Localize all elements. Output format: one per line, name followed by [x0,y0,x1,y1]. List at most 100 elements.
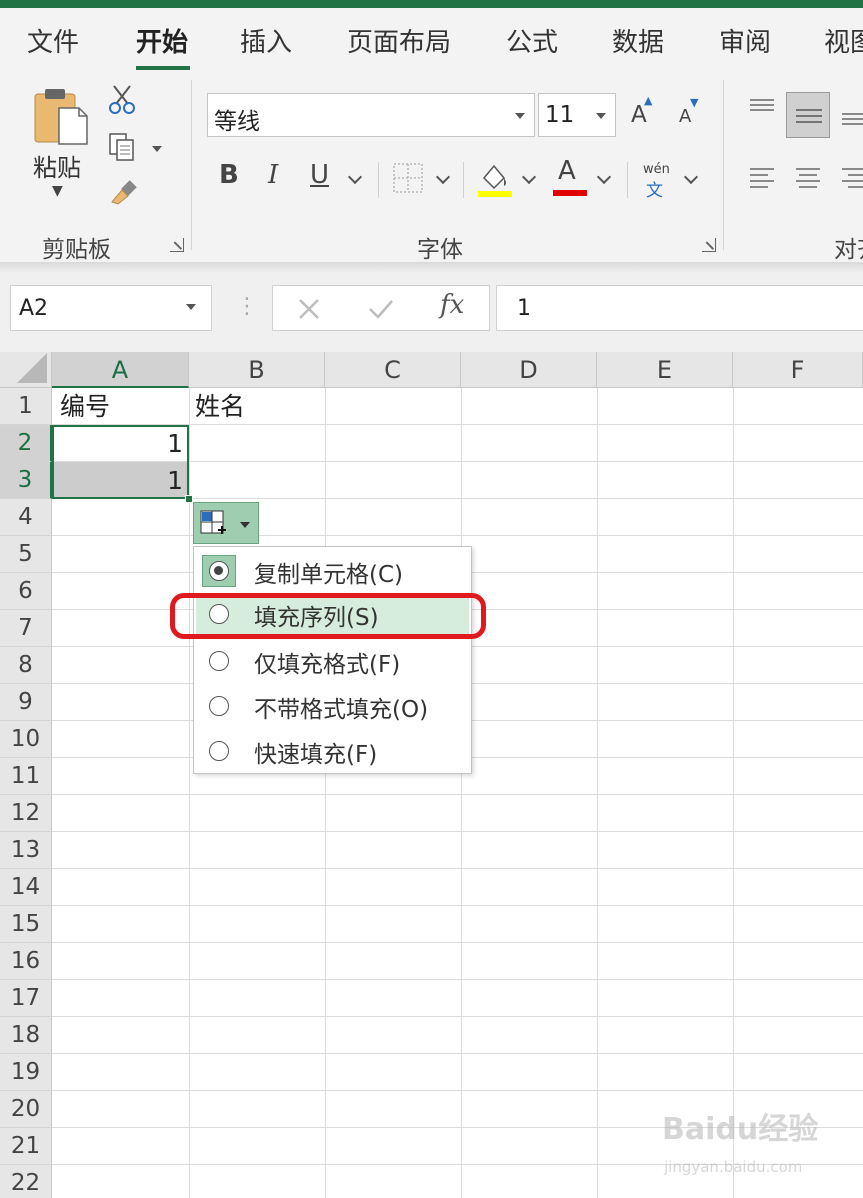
menu-item-flash-fill[interactable]: 快速填充(F) [194,729,471,773]
radio-checked-icon[interactable] [209,561,229,581]
row-header-15[interactable]: 15 [0,906,52,943]
chevron-down-icon[interactable] [435,169,451,185]
underline-button[interactable]: U [310,160,329,190]
menu-item-copy-cells[interactable]: 复制单元格(C) [194,549,471,593]
row-header-22[interactable]: 22 [0,1165,52,1198]
paste-icon[interactable] [33,86,89,146]
group-separator [191,80,192,250]
auto-fill-options-button[interactable] [193,502,259,544]
fill-color-icon[interactable] [478,160,512,198]
chevron-down-icon[interactable] [186,304,196,310]
tab-home[interactable]: 开始 [136,22,188,59]
row-header-16[interactable]: 16 [0,943,52,980]
dialog-launcher-icon[interactable] [170,238,184,252]
drag-handle-icon[interactable]: ⋮ [236,294,258,319]
radio-icon[interactable] [209,741,229,761]
row-header-2[interactable]: 2 [0,425,52,462]
chevron-down-icon[interactable] [596,113,606,119]
format-painter-icon[interactable] [108,178,138,206]
column-header-f[interactable]: F [733,352,863,388]
cell-b1[interactable]: 姓名 [195,388,245,425]
row-header-13[interactable]: 13 [0,832,52,869]
row-header-21[interactable]: 21 [0,1128,52,1165]
shrink-font-icon[interactable]: A [679,106,691,127]
row-header-11[interactable]: 11 [0,758,52,795]
menu-item-fill-formatting-only[interactable]: 仅填充格式(F) [194,639,471,683]
select-all-button[interactable] [0,352,52,388]
menu-item-label: 仅填充格式(F) [254,652,401,678]
cell-a1[interactable]: 编号 [60,388,110,425]
row-header-9[interactable]: 9 [0,684,52,721]
menu-item-fill-without-formatting[interactable]: 不带格式填充(O) [194,684,471,728]
row-header-18[interactable]: 18 [0,1017,52,1054]
watermark-logo: Baidu经验 [662,1112,819,1147]
row-header-10[interactable]: 10 [0,721,52,758]
tab-file[interactable]: 文件 [27,22,79,59]
chevron-down-icon[interactable] [515,113,525,119]
fill-handle[interactable] [185,495,193,503]
separator [378,162,379,198]
align-top-icon[interactable] [748,98,776,120]
row-header-19[interactable]: 19 [0,1054,52,1091]
row-header-6[interactable]: 6 [0,573,52,610]
tab-page-layout[interactable]: 页面布局 [347,22,451,59]
tab-review[interactable]: 审阅 [719,22,771,59]
chevron-down-icon[interactable]: ▼ [52,183,63,199]
row-header-20[interactable]: 20 [0,1091,52,1128]
column-header-d[interactable]: D [461,352,597,388]
align-right-icon[interactable] [840,166,863,192]
chevron-down-icon[interactable] [521,169,537,185]
name-box[interactable]: A2 [10,285,212,331]
gridline [52,794,863,795]
align-left-icon[interactable] [748,166,776,192]
phonetic-icon-bottom[interactable]: 文 [646,176,663,201]
row-header-1[interactable]: 1 [0,388,52,425]
font-color-icon[interactable]: A [558,156,576,186]
column-header-a[interactable]: A [52,352,189,388]
chevron-down-icon[interactable] [347,169,363,185]
paste-label[interactable]: 粘贴 [33,148,81,183]
row-header-5[interactable]: 5 [0,536,52,573]
formula-input[interactable]: 1 [496,285,863,331]
bold-button[interactable]: B [219,160,239,190]
column-header-e[interactable]: E [597,352,733,388]
watermark-url: jingyan.baidu.com [664,1158,803,1176]
cancel-icon[interactable] [297,297,321,321]
chevron-down-icon[interactable] [596,169,612,185]
row-header-14[interactable]: 14 [0,869,52,906]
align-center-icon[interactable] [794,166,822,192]
copy-dropdown-icon[interactable] [152,146,162,152]
italic-button[interactable]: I [268,160,278,190]
radio-icon[interactable] [209,696,229,716]
chevron-down-icon[interactable] [683,169,699,185]
radio-icon[interactable] [209,651,229,671]
tab-data[interactable]: 数据 [612,22,664,59]
row-header-7[interactable]: 7 [0,610,52,647]
borders-icon[interactable] [392,162,424,194]
insert-function-button[interactable]: fx [440,290,464,320]
tab-formulas[interactable]: 公式 [506,22,558,59]
tab-view[interactable]: 视图 [824,22,863,59]
column-header-c[interactable]: C [325,352,461,388]
phonetic-icon-top[interactable]: wén [643,162,670,177]
align-middle-button[interactable] [786,92,830,138]
row-header-8[interactable]: 8 [0,647,52,684]
column-header-b[interactable]: B [189,352,325,388]
cut-icon[interactable] [108,84,136,114]
row-header-3[interactable]: 3 [0,462,52,499]
row-header-17[interactable]: 17 [0,980,52,1017]
gridline [733,388,734,1198]
menu-item-label: 复制单元格(C) [254,562,404,588]
row-header-4[interactable]: 4 [0,499,52,536]
tab-insert[interactable]: 插入 [240,22,292,59]
separator [463,162,464,198]
gridline [52,1016,863,1017]
align-bottom-icon[interactable] [840,106,863,128]
row-header-12[interactable]: 12 [0,795,52,832]
enter-check-icon[interactable] [367,297,395,321]
annotation-highlight-ring [170,593,486,639]
font-name-select[interactable]: 等线 [207,93,535,137]
copy-icon[interactable] [108,132,138,162]
dialog-launcher-icon[interactable] [702,238,716,252]
gridline [52,1090,863,1091]
